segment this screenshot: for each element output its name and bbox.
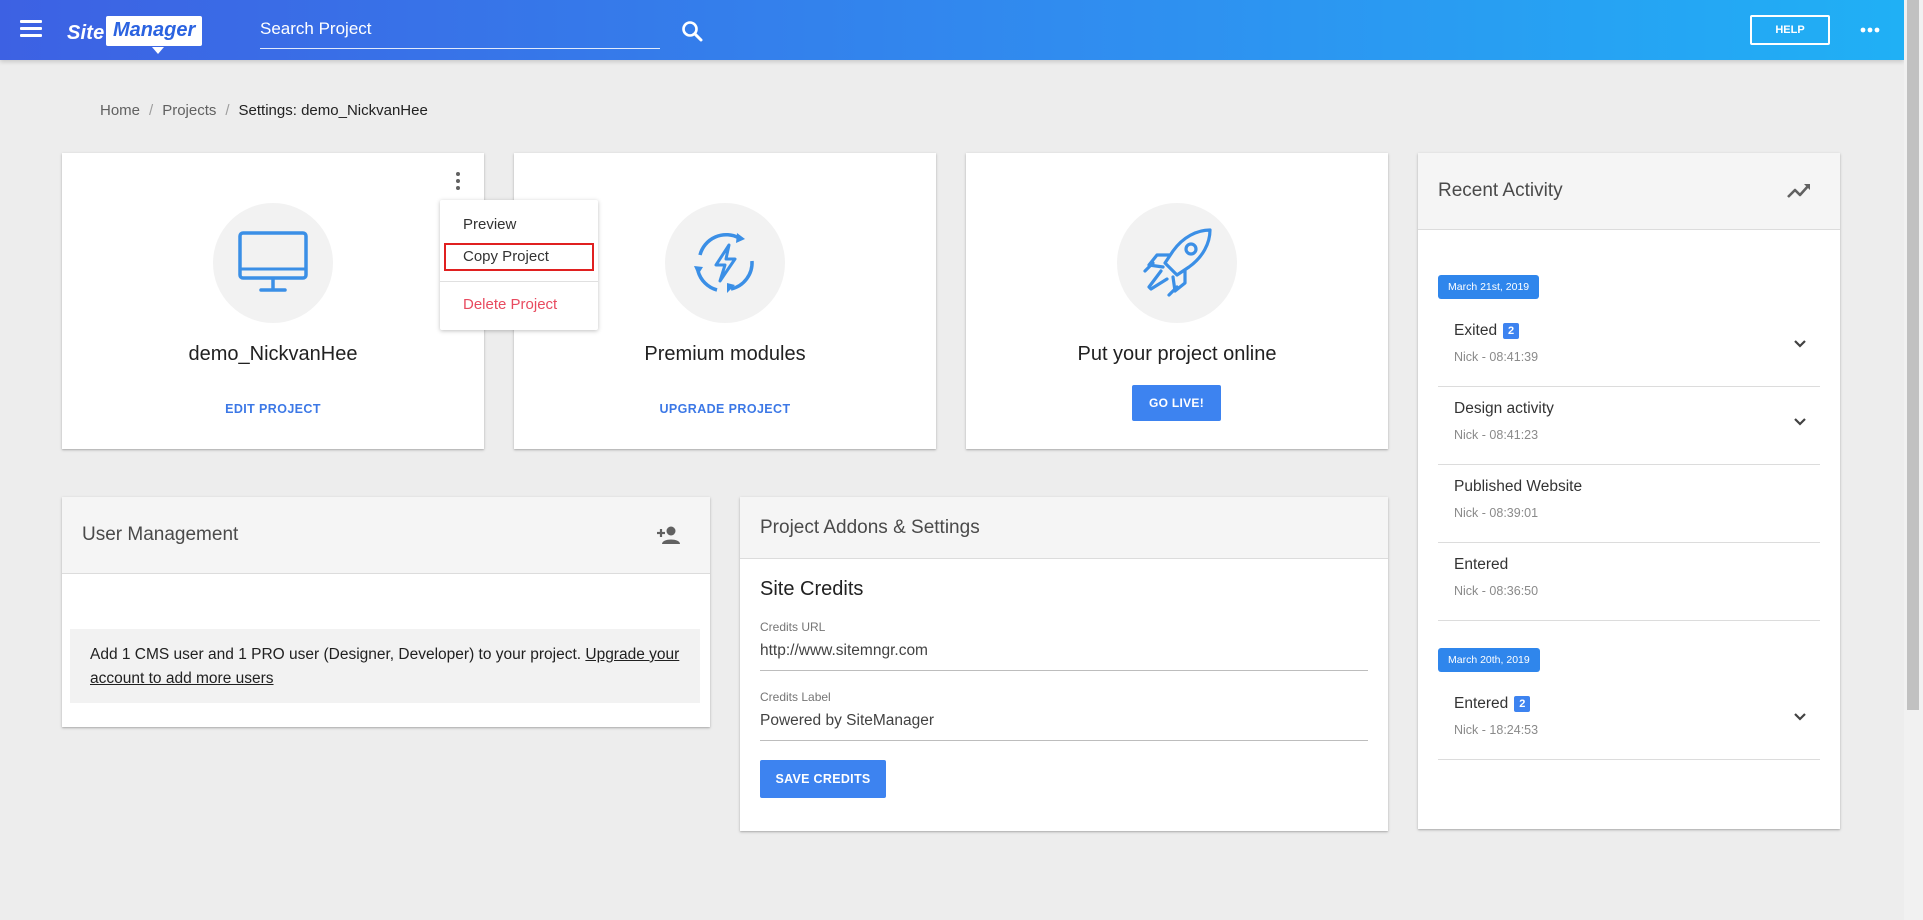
more-horizontal-icon[interactable] [1858,20,1882,40]
recent-activity-title: Recent Activity [1438,180,1563,201]
activity-meta: Nick - 08:41:23 [1454,428,1539,442]
site-credits-heading: Site Credits [760,578,864,600]
breadcrumb-projects[interactable]: Projects [162,102,216,119]
trending-icon[interactable] [1786,180,1812,202]
activity-item[interactable]: Entered 2 Nick - 18:24:53 [1438,681,1820,760]
menu-item-copy-project[interactable]: Copy Project [463,248,549,265]
addons-settings-title: Project Addons & Settings [760,517,980,538]
user-management-panel: User Management Add 1 CMS user and 1 PRO… [62,497,710,727]
activity-item[interactable]: Exited 2 Nick - 08:41:39 [1438,308,1820,387]
addons-settings-panel: Project Addons & Settings Site Credits C… [740,497,1388,831]
edit-project-button[interactable]: EDIT PROJECT [62,402,484,416]
premium-modules-title: Premium modules [644,343,806,365]
notice-text: Add 1 CMS user and 1 PRO user (Designer,… [90,646,582,663]
activity-item[interactable]: Design activity Nick - 08:41:23 [1438,386,1820,465]
breadcrumb-home[interactable]: Home [100,102,140,119]
logo-tail [152,47,164,54]
activity-title: Entered 2 [1454,695,1531,713]
chevron-down-icon[interactable] [1790,707,1810,727]
menu-icon[interactable] [20,20,42,38]
chevron-down-icon[interactable] [1790,334,1810,354]
date-chip: March 21st, 2019 [1438,275,1540,299]
add-user-icon[interactable] [656,524,682,546]
chevron-down-icon[interactable] [1790,412,1810,432]
search-icon[interactable] [680,19,704,43]
credits-url-field[interactable] [760,642,1368,671]
credits-label-field[interactable] [760,712,1368,741]
activity-meta: Nick - 08:41:39 [1454,350,1539,364]
date-chip: March 20th, 2019 [1438,648,1540,672]
credits-url-label: Credits URL [760,620,826,634]
rocket-icon-circle [1117,203,1237,323]
user-limit-notice: Add 1 CMS user and 1 PRO user (Designer,… [70,629,700,703]
search-box [260,14,660,49]
recent-activity-panel: Recent Activity March 21st, 2019 Exited 2… [1418,153,1840,829]
logo-word-manager: Manager [106,16,203,46]
energy-cycle-icon [694,233,754,293]
go-live-title: Put your project online [1077,343,1277,365]
more-vertical-icon[interactable] [448,169,468,193]
scrollbar-thumb[interactable] [1907,0,1919,710]
menu-divider [440,281,598,282]
panel-header: Project Addons & Settings [740,497,1388,559]
activity-item: Published Website Nick - 08:39:01 [1438,464,1820,543]
activity-meta: Nick - 08:39:01 [1454,506,1539,520]
breadcrumb-separator: / [149,102,154,119]
rocket-icon [1143,228,1212,297]
count-badge: 2 [1514,696,1531,712]
logo-word-site: Site [67,22,105,44]
search-input[interactable] [260,14,660,44]
go-live-button[interactable]: GO LIVE! [1132,385,1221,421]
breadcrumb: Home / Projects / Settings: demo_NickvanHee [100,102,428,119]
monitor-icon [238,231,308,292]
project-card: demo_NickvanHee EDIT PROJECT [62,153,484,449]
menu-item-delete-project[interactable]: Delete Project [463,296,557,313]
save-credits-button[interactable]: SAVE CREDITS [760,760,886,798]
activity-title: Published Website [1454,478,1583,495]
activity-item: Entered Nick - 08:36:50 [1438,542,1820,621]
help-button[interactable]: HELP [1750,15,1830,45]
credits-label-label: Credits Label [760,690,831,704]
breadcrumb-separator: / [225,102,230,119]
energy-cycle-icon-circle [665,203,785,323]
upgrade-project-button[interactable]: UPGRADE PROJECT [514,402,936,416]
panel-header: User Management [62,497,710,574]
menu-item-preview[interactable]: Preview [463,216,516,233]
activity-meta: Nick - 18:24:53 [1454,723,1539,737]
user-management-title: User Management [82,524,239,545]
top-bar: Site Manager HELP [0,0,1904,60]
count-badge: 2 [1503,323,1520,339]
breadcrumb-current: Settings: demo_NickvanHee [238,102,428,119]
activity-title: Entered [1454,556,1509,573]
go-live-card: Put your project online GO LIVE! [966,153,1388,449]
project-context-menu: Preview Copy Project Delete Project [440,200,598,330]
activity-title: Exited 2 [1454,322,1520,340]
project-name: demo_NickvanHee [188,343,358,365]
monitor-icon-circle [213,203,333,323]
activity-title: Design activity [1454,400,1554,417]
activity-meta: Nick - 08:36:50 [1454,584,1539,598]
panel-header: Recent Activity [1418,153,1840,230]
